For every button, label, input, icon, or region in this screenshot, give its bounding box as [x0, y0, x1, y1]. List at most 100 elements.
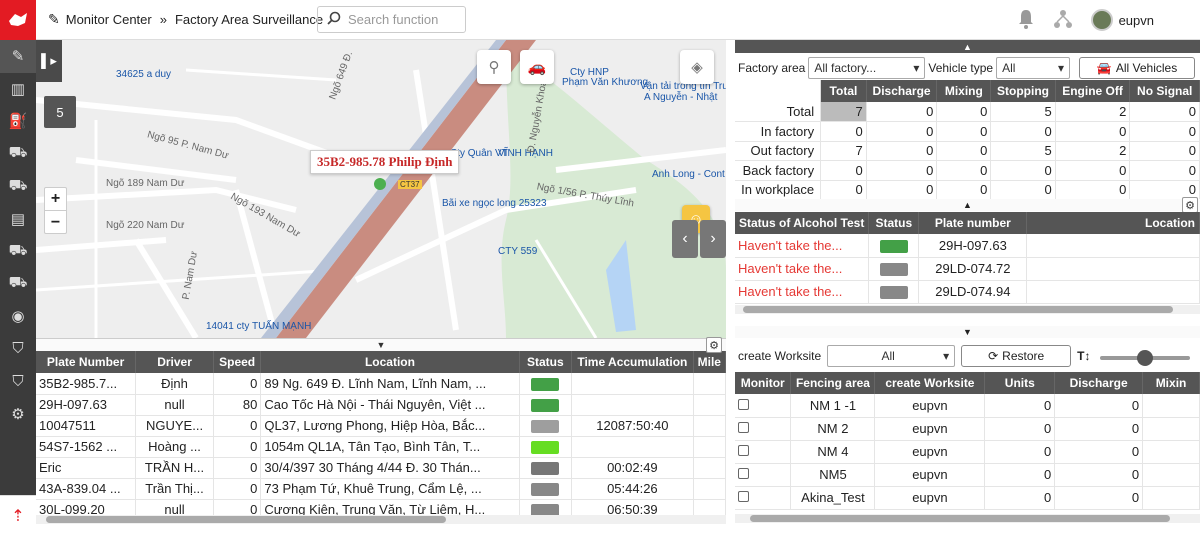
- alcohol-row[interactable]: Haven't take the... 29LD-074.72: [735, 257, 1200, 281]
- factory-area-select[interactable]: All factory... ▾: [808, 57, 926, 79]
- stats-cell[interactable]: 0: [866, 141, 938, 161]
- col-speed[interactable]: Speed: [213, 351, 262, 373]
- stats-cell[interactable]: 0: [1055, 180, 1131, 200]
- stats-cell[interactable]: 5: [990, 141, 1056, 161]
- sidebar-truck-wrench-icon[interactable]: ⛟: [0, 268, 36, 301]
- map-pin-icon[interactable]: ⚲: [477, 50, 511, 84]
- vehicle-type-select[interactable]: All ▾: [996, 57, 1071, 79]
- sidebar-shield-icon[interactable]: ⛉: [0, 333, 36, 366]
- stats-cell[interactable]: 0: [990, 160, 1056, 181]
- next-arrow-icon[interactable]: ›: [700, 220, 726, 258]
- stats-cell[interactable]: 0: [1055, 121, 1131, 142]
- stats-cell[interactable]: 0: [1129, 141, 1200, 161]
- zoom-in-button[interactable]: +: [45, 188, 66, 211]
- zoom-out-button[interactable]: −: [45, 211, 66, 234]
- table-row[interactable]: 43A-839.04 ... Trần Thị... 0 73 Phạm Tứ, Kh…: [36, 478, 727, 500]
- gear-icon[interactable]: ⚙: [706, 337, 722, 353]
- monitor-checkbox[interactable]: [738, 468, 749, 479]
- table-row[interactable]: 29H-097.63 null 80 Cao Tốc Hà Nội - Thái Ng…: [36, 394, 727, 416]
- collapse-up-icon[interactable]: ▲: [735, 40, 1200, 53]
- horizontal-scrollbar[interactable]: [36, 515, 726, 524]
- monitor-checkbox[interactable]: [738, 445, 749, 456]
- col-plate-number[interactable]: Plate Number: [36, 351, 137, 373]
- stats-cell[interactable]: 0: [820, 160, 867, 181]
- network-icon[interactable]: [1053, 9, 1073, 32]
- expand-panel-icon[interactable]: ▌▸: [36, 40, 62, 82]
- slider-knob[interactable]: [1137, 350, 1153, 366]
- collapse-toggle-icon[interactable]: ▼: [36, 339, 726, 351]
- stats-cell[interactable]: 7: [820, 141, 867, 161]
- col-time-accumulation[interactable]: Time Accumulation: [571, 351, 694, 373]
- worksite-select[interactable]: All ▾: [827, 345, 956, 367]
- stats-cell[interactable]: 5: [990, 102, 1056, 122]
- sidebar-truck-search-icon[interactable]: ⛟: [0, 170, 36, 203]
- stats-cell[interactable]: 0: [820, 180, 867, 200]
- stats-cell[interactable]: 2: [1055, 141, 1131, 161]
- worksite-horizontal-scrollbar[interactable]: [735, 514, 1200, 523]
- stats-cell[interactable]: 0: [866, 121, 938, 142]
- monitor-checkbox[interactable]: [738, 422, 749, 433]
- col-driver[interactable]: Driver: [135, 351, 214, 373]
- prev-arrow-icon[interactable]: ‹: [672, 220, 698, 258]
- sidebar-truck-alert-icon[interactable]: ⛟: [0, 235, 36, 268]
- table-row[interactable]: 35B2-985.7... Định 0 89 Ng. 649 Đ. Lĩnh Nam…: [36, 373, 727, 395]
- gear-icon[interactable]: ⚙: [1182, 197, 1198, 213]
- stats-cell[interactable]: 0: [936, 180, 992, 200]
- vehicle-popup[interactable]: 35B2-985.78 Philip Định: [310, 150, 460, 174]
- worksite-row[interactable]: NM 4 eupvn 0 0: [735, 440, 1200, 464]
- alcohol-row[interactable]: Haven't take the... 29H-097.63: [735, 234, 1200, 258]
- col-location[interactable]: Location: [260, 351, 520, 373]
- alcohol-horizontal-scrollbar[interactable]: [735, 305, 1200, 314]
- worksite-row[interactable]: NM 2 eupvn 0 0: [735, 417, 1200, 441]
- table-row[interactable]: 10047511 NGUYE... 0 QL37, Lương Phong, Hiệp…: [36, 415, 727, 437]
- sidebar-truck-settings-icon[interactable]: ⛟: [0, 138, 36, 171]
- monitor-checkbox[interactable]: [738, 491, 749, 502]
- restore-button[interactable]: ⟳ Restore: [961, 345, 1072, 367]
- stats-cell[interactable]: 2: [1055, 102, 1131, 122]
- sidebar-user-circle-icon[interactable]: ◉: [0, 300, 36, 333]
- worksite-row[interactable]: Akina_Test eupvn 0 0: [735, 486, 1200, 510]
- col-status[interactable]: Status: [519, 351, 573, 373]
- stats-cell[interactable]: 0: [936, 141, 992, 161]
- font-size-slider[interactable]: [1100, 350, 1190, 366]
- stats-cell[interactable]: 0: [990, 121, 1056, 142]
- table-row[interactable]: Eric TRẦN H... 0 30/4/397 30 Tháng 4/44 Đ. …: [36, 457, 727, 479]
- sidebar-fuel-icon[interactable]: ⛽: [0, 105, 36, 138]
- monitor-checkbox[interactable]: [738, 398, 749, 410]
- sidebar-bar-chart-icon[interactable]: ▥: [0, 73, 36, 106]
- collapse-toggle-icon[interactable]: ▼: [735, 326, 1200, 338]
- vehicle-count-badge[interactable]: 5: [44, 96, 76, 128]
- stats-cell[interactable]: 0: [936, 121, 992, 142]
- car-icon[interactable]: 🚗: [520, 50, 554, 84]
- table-row[interactable]: 54S7-1562 ... Hoàng ... 0 1054m QL1A, Tân T…: [36, 436, 727, 458]
- collapse-up-icon[interactable]: ▲: [735, 199, 1200, 211]
- stats-cell[interactable]: 0: [990, 180, 1056, 200]
- stats-cell[interactable]: 0: [866, 102, 938, 122]
- user-menu[interactable]: eupvn: [1090, 9, 1154, 31]
- app-logo[interactable]: [0, 0, 36, 40]
- stats-cell[interactable]: 0: [1129, 121, 1200, 142]
- stats-cell[interactable]: 7: [820, 102, 867, 122]
- sidebar-edit-icon[interactable]: ✎: [0, 40, 36, 73]
- col-mile[interactable]: Mile: [693, 351, 727, 373]
- stats-cell[interactable]: 0: [936, 160, 992, 181]
- stats-cell[interactable]: 0: [866, 160, 938, 181]
- bell-icon[interactable]: [1017, 9, 1035, 32]
- stats-cell[interactable]: 0: [1129, 102, 1200, 122]
- alcohol-row[interactable]: Haven't take the... 29LD-074.94: [735, 280, 1200, 304]
- stats-cell[interactable]: 0: [1129, 160, 1200, 181]
- layers-icon[interactable]: ◈: [680, 50, 714, 84]
- map-view[interactable]: 34625 a duy Ngõ 95 P. Nam Dư Ngõ 189 Nam…: [36, 40, 726, 338]
- stats-cell[interactable]: 0: [820, 121, 867, 142]
- worksite-row[interactable]: NM5 eupvn 0 0: [735, 463, 1200, 487]
- all-vehicles-button[interactable]: 🚘 All Vehicles: [1079, 57, 1196, 79]
- stats-cell[interactable]: 0: [1055, 160, 1131, 181]
- scroll-top-icon[interactable]: ⇡: [0, 495, 36, 535]
- worksite-row[interactable]: NM 1 -1 eupvn 0 0: [735, 394, 1200, 418]
- sidebar-briefcase-icon[interactable]: ▤: [0, 203, 36, 236]
- stats-cell[interactable]: 0: [866, 180, 938, 200]
- sidebar-gear-icon[interactable]: ⚙: [0, 398, 36, 431]
- sidebar-shield-alert-icon[interactable]: ⛉: [0, 365, 36, 398]
- stats-cell[interactable]: 0: [936, 102, 992, 122]
- breadcrumb-monitor-center[interactable]: Monitor Center: [66, 12, 152, 27]
